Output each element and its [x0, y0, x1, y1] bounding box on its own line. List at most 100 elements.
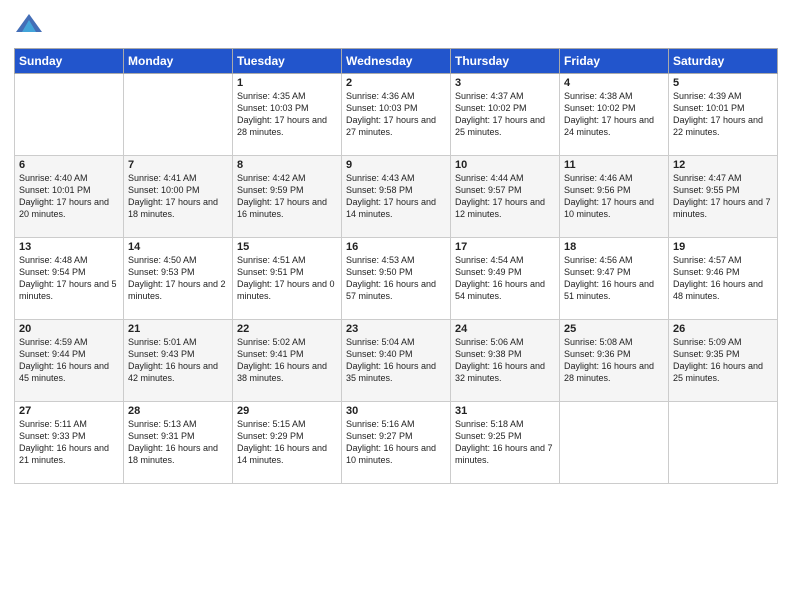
logo: [14, 10, 46, 40]
day-info: Sunrise: 4:38 AM Sunset: 10:02 PM Daylig…: [564, 90, 664, 139]
calendar-header-row: SundayMondayTuesdayWednesdayThursdayFrid…: [15, 49, 778, 74]
day-info: Sunrise: 5:09 AM Sunset: 9:35 PM Dayligh…: [673, 336, 773, 385]
calendar-cell: 2Sunrise: 4:36 AM Sunset: 10:03 PM Dayli…: [342, 74, 451, 156]
day-info: Sunrise: 4:57 AM Sunset: 9:46 PM Dayligh…: [673, 254, 773, 303]
day-number: 14: [128, 241, 228, 253]
calendar-cell: 25Sunrise: 5:08 AM Sunset: 9:36 PM Dayli…: [560, 320, 669, 402]
day-number: 22: [237, 323, 337, 335]
day-info: Sunrise: 4:35 AM Sunset: 10:03 PM Daylig…: [237, 90, 337, 139]
day-info: Sunrise: 4:56 AM Sunset: 9:47 PM Dayligh…: [564, 254, 664, 303]
day-info: Sunrise: 4:51 AM Sunset: 9:51 PM Dayligh…: [237, 254, 337, 303]
day-number: 25: [564, 323, 664, 335]
calendar-cell: [669, 402, 778, 484]
logo-icon: [14, 10, 44, 40]
calendar-cell: 20Sunrise: 4:59 AM Sunset: 9:44 PM Dayli…: [15, 320, 124, 402]
calendar-cell: 15Sunrise: 4:51 AM Sunset: 9:51 PM Dayli…: [233, 238, 342, 320]
day-info: Sunrise: 4:39 AM Sunset: 10:01 PM Daylig…: [673, 90, 773, 139]
calendar-header-wednesday: Wednesday: [342, 49, 451, 74]
calendar-cell: 24Sunrise: 5:06 AM Sunset: 9:38 PM Dayli…: [451, 320, 560, 402]
day-info: Sunrise: 4:43 AM Sunset: 9:58 PM Dayligh…: [346, 172, 446, 221]
calendar-cell: 1Sunrise: 4:35 AM Sunset: 10:03 PM Dayli…: [233, 74, 342, 156]
calendar-week-row: 1Sunrise: 4:35 AM Sunset: 10:03 PM Dayli…: [15, 74, 778, 156]
day-number: 5: [673, 77, 773, 89]
day-info: Sunrise: 4:53 AM Sunset: 9:50 PM Dayligh…: [346, 254, 446, 303]
calendar-header-saturday: Saturday: [669, 49, 778, 74]
day-number: 23: [346, 323, 446, 335]
day-info: Sunrise: 5:04 AM Sunset: 9:40 PM Dayligh…: [346, 336, 446, 385]
day-info: Sunrise: 4:40 AM Sunset: 10:01 PM Daylig…: [19, 172, 119, 221]
calendar-cell: 3Sunrise: 4:37 AM Sunset: 10:02 PM Dayli…: [451, 74, 560, 156]
calendar-cell: 16Sunrise: 4:53 AM Sunset: 9:50 PM Dayli…: [342, 238, 451, 320]
calendar-cell: 6Sunrise: 4:40 AM Sunset: 10:01 PM Dayli…: [15, 156, 124, 238]
calendar-cell: 31Sunrise: 5:18 AM Sunset: 9:25 PM Dayli…: [451, 402, 560, 484]
day-info: Sunrise: 4:36 AM Sunset: 10:03 PM Daylig…: [346, 90, 446, 139]
day-number: 26: [673, 323, 773, 335]
calendar-cell: 28Sunrise: 5:13 AM Sunset: 9:31 PM Dayli…: [124, 402, 233, 484]
calendar-cell: 7Sunrise: 4:41 AM Sunset: 10:00 PM Dayli…: [124, 156, 233, 238]
page: SundayMondayTuesdayWednesdayThursdayFrid…: [0, 0, 792, 612]
day-info: Sunrise: 4:59 AM Sunset: 9:44 PM Dayligh…: [19, 336, 119, 385]
calendar-cell: 23Sunrise: 5:04 AM Sunset: 9:40 PM Dayli…: [342, 320, 451, 402]
day-info: Sunrise: 4:37 AM Sunset: 10:02 PM Daylig…: [455, 90, 555, 139]
day-number: 3: [455, 77, 555, 89]
day-info: Sunrise: 4:48 AM Sunset: 9:54 PM Dayligh…: [19, 254, 119, 303]
day-number: 13: [19, 241, 119, 253]
day-number: 29: [237, 405, 337, 417]
calendar-cell: 12Sunrise: 4:47 AM Sunset: 9:55 PM Dayli…: [669, 156, 778, 238]
day-info: Sunrise: 4:46 AM Sunset: 9:56 PM Dayligh…: [564, 172, 664, 221]
day-number: 16: [346, 241, 446, 253]
calendar-cell: 19Sunrise: 4:57 AM Sunset: 9:46 PM Dayli…: [669, 238, 778, 320]
calendar-cell: 4Sunrise: 4:38 AM Sunset: 10:02 PM Dayli…: [560, 74, 669, 156]
day-number: 19: [673, 241, 773, 253]
day-number: 11: [564, 159, 664, 171]
calendar-header-monday: Monday: [124, 49, 233, 74]
day-number: 8: [237, 159, 337, 171]
calendar-week-row: 13Sunrise: 4:48 AM Sunset: 9:54 PM Dayli…: [15, 238, 778, 320]
calendar-cell: 17Sunrise: 4:54 AM Sunset: 9:49 PM Dayli…: [451, 238, 560, 320]
day-number: 17: [455, 241, 555, 253]
day-number: 2: [346, 77, 446, 89]
calendar-cell: 22Sunrise: 5:02 AM Sunset: 9:41 PM Dayli…: [233, 320, 342, 402]
day-number: 9: [346, 159, 446, 171]
day-number: 20: [19, 323, 119, 335]
day-info: Sunrise: 5:18 AM Sunset: 9:25 PM Dayligh…: [455, 418, 555, 467]
day-info: Sunrise: 4:41 AM Sunset: 10:00 PM Daylig…: [128, 172, 228, 221]
day-number: 18: [564, 241, 664, 253]
day-info: Sunrise: 4:47 AM Sunset: 9:55 PM Dayligh…: [673, 172, 773, 221]
calendar-header-friday: Friday: [560, 49, 669, 74]
day-number: 30: [346, 405, 446, 417]
day-info: Sunrise: 5:08 AM Sunset: 9:36 PM Dayligh…: [564, 336, 664, 385]
calendar-cell: 8Sunrise: 4:42 AM Sunset: 9:59 PM Daylig…: [233, 156, 342, 238]
calendar-week-row: 6Sunrise: 4:40 AM Sunset: 10:01 PM Dayli…: [15, 156, 778, 238]
calendar-cell: [560, 402, 669, 484]
calendar-table: SundayMondayTuesdayWednesdayThursdayFrid…: [14, 48, 778, 484]
day-info: Sunrise: 4:42 AM Sunset: 9:59 PM Dayligh…: [237, 172, 337, 221]
day-info: Sunrise: 5:06 AM Sunset: 9:38 PM Dayligh…: [455, 336, 555, 385]
day-info: Sunrise: 5:15 AM Sunset: 9:29 PM Dayligh…: [237, 418, 337, 467]
calendar-header-thursday: Thursday: [451, 49, 560, 74]
calendar-cell: 5Sunrise: 4:39 AM Sunset: 10:01 PM Dayli…: [669, 74, 778, 156]
day-info: Sunrise: 5:13 AM Sunset: 9:31 PM Dayligh…: [128, 418, 228, 467]
day-info: Sunrise: 5:11 AM Sunset: 9:33 PM Dayligh…: [19, 418, 119, 467]
day-number: 10: [455, 159, 555, 171]
calendar-cell: 10Sunrise: 4:44 AM Sunset: 9:57 PM Dayli…: [451, 156, 560, 238]
day-info: Sunrise: 4:44 AM Sunset: 9:57 PM Dayligh…: [455, 172, 555, 221]
day-info: Sunrise: 5:16 AM Sunset: 9:27 PM Dayligh…: [346, 418, 446, 467]
calendar-header-sunday: Sunday: [15, 49, 124, 74]
day-number: 12: [673, 159, 773, 171]
calendar-header-tuesday: Tuesday: [233, 49, 342, 74]
calendar-cell: 27Sunrise: 5:11 AM Sunset: 9:33 PM Dayli…: [15, 402, 124, 484]
calendar-cell: 18Sunrise: 4:56 AM Sunset: 9:47 PM Dayli…: [560, 238, 669, 320]
header: [14, 10, 778, 40]
calendar-week-row: 20Sunrise: 4:59 AM Sunset: 9:44 PM Dayli…: [15, 320, 778, 402]
calendar-cell: [15, 74, 124, 156]
day-number: 27: [19, 405, 119, 417]
calendar-cell: 9Sunrise: 4:43 AM Sunset: 9:58 PM Daylig…: [342, 156, 451, 238]
day-number: 6: [19, 159, 119, 171]
day-number: 4: [564, 77, 664, 89]
calendar-cell: [124, 74, 233, 156]
calendar-cell: 21Sunrise: 5:01 AM Sunset: 9:43 PM Dayli…: [124, 320, 233, 402]
calendar-cell: 26Sunrise: 5:09 AM Sunset: 9:35 PM Dayli…: [669, 320, 778, 402]
calendar-cell: 11Sunrise: 4:46 AM Sunset: 9:56 PM Dayli…: [560, 156, 669, 238]
day-info: Sunrise: 4:50 AM Sunset: 9:53 PM Dayligh…: [128, 254, 228, 303]
